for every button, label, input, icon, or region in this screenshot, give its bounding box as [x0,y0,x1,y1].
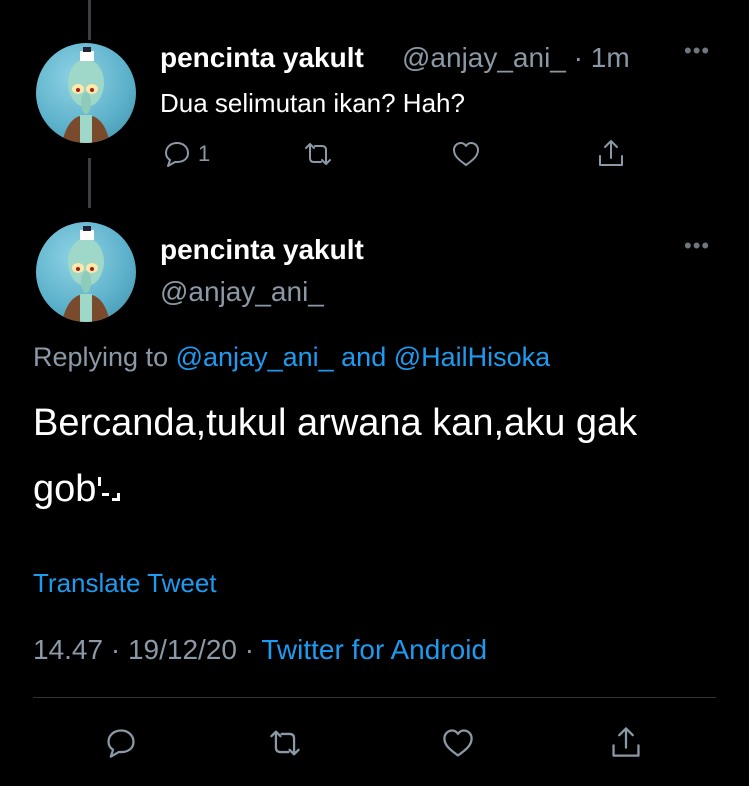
reply-icon [165,142,189,167]
tweet-text-line-1: Bercanda,tukul arwana kan,aku gak [33,402,638,444]
reply-button[interactable]: 1 [162,140,210,168]
squidward-avatar-icon [62,47,110,143]
tweet-text-line-2: gob [33,468,122,511]
mention-link[interactable]: @anjay_ani_ [176,342,334,372]
avatar[interactable] [36,222,136,322]
like-icon [453,142,479,166]
replying-prefix: Replying to [33,342,169,372]
display-name[interactable]: pencinta yakult [160,42,364,73]
share-button[interactable] [609,725,643,759]
reply-icon [107,729,135,758]
meta-separator: · [103,634,128,665]
tweet-age[interactable]: 1m [591,42,630,73]
divider [33,697,716,698]
retweet-button[interactable] [268,727,302,759]
meta-separator: · [236,634,262,665]
squidward-avatar-icon [62,226,110,322]
replying-to: Replying to @anjay_ani_ and @HailHisoka [33,342,550,373]
tweet-source-link[interactable]: Twitter for Android [261,634,487,665]
tweet-date[interactable]: 19/12/20 [128,634,237,665]
like-button[interactable] [451,140,481,168]
tweet-text-fragment: gob [33,468,97,510]
author-display-name[interactable]: pencinta yakult [160,42,364,74]
share-icon [599,140,623,166]
thread-line-middle [88,158,91,208]
mention-link[interactable]: @HailHisoka [394,342,550,372]
share-button[interactable] [596,138,626,168]
share-icon [612,727,640,757]
more-dots-icon[interactable]: ••• [684,38,710,64]
author-handle[interactable]: @anjay_ani_ [402,42,566,73]
author-handle[interactable]: @anjay_ani_ [160,276,324,308]
author-display-name[interactable]: pencinta yakult [160,234,364,266]
retweet-icon [305,143,331,165]
cut-off-glyphs [96,471,122,501]
like-icon [443,729,473,757]
avatar[interactable] [36,43,136,143]
like-button[interactable] [441,727,475,759]
tweet-text: Dua selimutan ikan? Hah? [160,88,465,118]
more-dots-icon[interactable]: ••• [684,233,710,259]
retweet-icon [270,730,300,756]
meta-separator: · [565,42,591,73]
reply-count: 1 [198,141,211,166]
thread-line-top [88,0,91,40]
translate-tweet-link[interactable]: Translate Tweet [33,568,217,599]
reply-button[interactable] [104,727,138,759]
author-meta: @anjay_ani_ · 1m [402,42,630,74]
tweet-time[interactable]: 14.47 [33,634,103,665]
mention-joiner[interactable]: and [341,342,386,372]
retweet-button[interactable] [303,140,333,168]
tweet-timestamp: 14.47 · 19/12/20 · Twitter for Android [33,634,487,666]
